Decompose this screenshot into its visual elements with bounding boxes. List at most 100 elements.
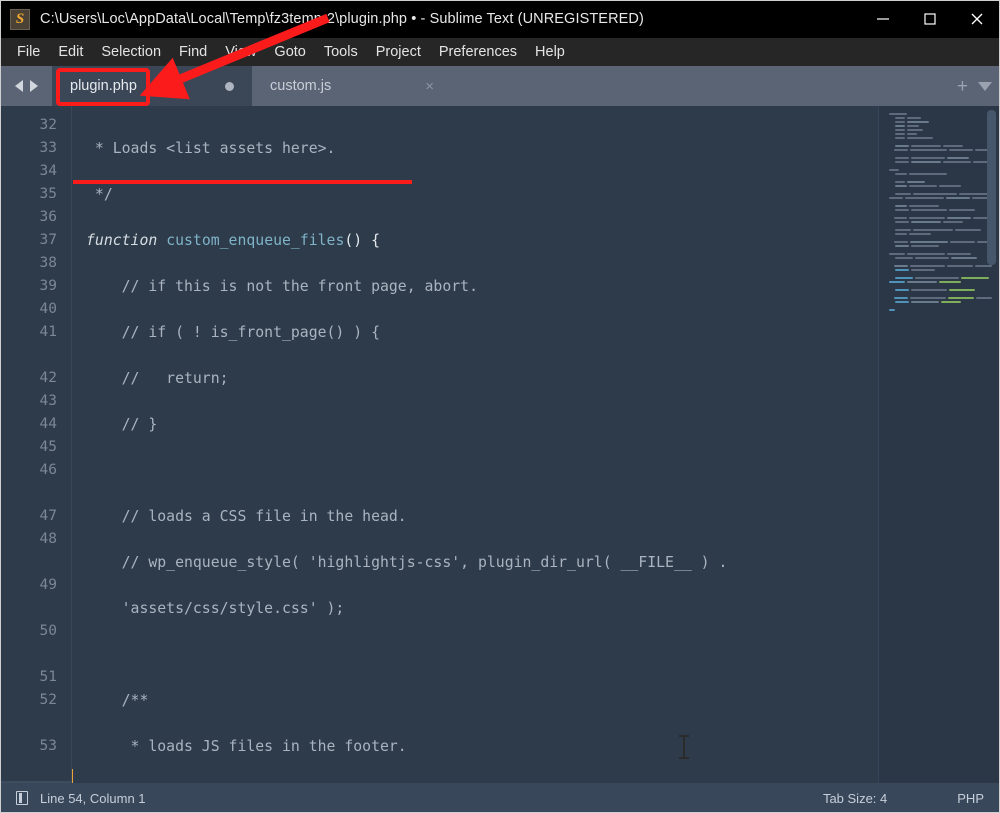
code-content[interactable]: * Loads <list assets here>. */ function …	[72, 106, 1000, 783]
minimap-line	[885, 248, 992, 251]
minimap-line	[885, 168, 992, 171]
minimap-line	[885, 252, 992, 255]
minimap-line	[885, 156, 992, 159]
sidebar-toggle-icon[interactable]	[16, 791, 28, 805]
cursor-position-status: Line 54, Column 1	[40, 790, 146, 806]
minimap-line	[885, 200, 992, 203]
minimap-line	[885, 292, 992, 295]
minimap-line	[885, 268, 992, 271]
minimap-line	[885, 308, 992, 311]
minimap-line	[885, 284, 992, 287]
code-line-32: * Loads <list assets here>.	[86, 140, 336, 157]
tab-size-status[interactable]: Tab Size: 4	[823, 791, 887, 806]
line-number	[0, 551, 71, 574]
tab-nav-arrows[interactable]	[0, 66, 52, 106]
tab-plugin-php[interactable]: plugin.php	[52, 66, 252, 106]
status-bar-right: Tab Size: 4 PHP	[823, 791, 984, 806]
line-number	[0, 482, 71, 505]
line-number: 53	[39, 738, 57, 754]
minimap-line	[885, 216, 992, 219]
minimap-line	[885, 272, 992, 275]
minimap-viewport[interactable]	[987, 110, 996, 265]
minimap-line	[885, 160, 992, 163]
tab-label: custom.js	[270, 78, 332, 94]
minimap-line	[885, 296, 992, 299]
text-caret	[72, 769, 73, 783]
line-number	[0, 758, 71, 781]
minimize-icon[interactable]	[859, 0, 906, 38]
status-bar: Line 54, Column 1 Tab Size: 4 PHP	[0, 783, 1000, 813]
line-number: 46	[39, 462, 57, 478]
menu-item-tools[interactable]: Tools	[315, 41, 367, 64]
minimap-line	[885, 264, 992, 267]
menu-item-help[interactable]: Help	[526, 41, 574, 64]
line-number: 37	[39, 232, 57, 248]
menu-item-file[interactable]: File	[8, 41, 49, 64]
minimap-line	[885, 152, 992, 155]
line-number: 50	[39, 623, 57, 639]
minimap-line	[885, 244, 992, 247]
code-line-41-wrap: 'assets/css/style.css' );	[86, 600, 345, 617]
line-number: 44	[39, 416, 57, 432]
menu-item-goto[interactable]: Goto	[265, 41, 314, 64]
minimap-line	[885, 232, 992, 235]
minimap-line	[885, 148, 992, 151]
line-number: 47	[39, 508, 57, 524]
code-line-43: /**	[86, 692, 149, 709]
minimap-line	[885, 120, 992, 123]
line-number: 38	[39, 255, 57, 271]
chevron-down-icon[interactable]	[978, 81, 992, 91]
code-line-35: // if this is not the front page, abort.	[86, 278, 478, 295]
line-number: 41	[39, 324, 57, 340]
tab-prev-icon[interactable]	[14, 80, 23, 92]
minimap-line	[885, 196, 992, 199]
minimap-line	[885, 176, 992, 179]
title-bar: S C:\Users\Loc\AppData\Local\Temp\fz3tem…	[0, 0, 1000, 38]
minimap-line	[885, 144, 992, 147]
menu-item-selection[interactable]: Selection	[92, 41, 170, 64]
minimap-line	[885, 172, 992, 175]
new-tab-icon[interactable]: +	[957, 77, 968, 96]
code-minimap[interactable]	[878, 106, 1000, 783]
line-number: 51	[39, 669, 57, 685]
menu-item-edit[interactable]: Edit	[49, 41, 92, 64]
editor-area[interactable]: 32 33 34 35 36 37 38 39 40 41 42 43 44 45 46 47 48 49 50 51…	[0, 106, 1000, 783]
close-icon[interactable]	[953, 0, 1000, 38]
annotation-underline	[73, 180, 412, 184]
line-number-gutter: 32 33 34 35 36 37 38 39 40 41 42 43 44 45 46 47 48 49 50 51…	[0, 106, 72, 783]
menu-item-project[interactable]: Project	[367, 41, 430, 64]
minimap-line	[885, 256, 992, 259]
code-line-37: // return;	[86, 370, 229, 387]
line-number: 42	[39, 370, 57, 386]
menu-bar: File Edit Selection Find View Goto Tools…	[0, 38, 1000, 66]
minimap-line	[885, 288, 992, 291]
minimap-line	[885, 224, 992, 227]
minimap-line	[885, 280, 992, 283]
tab-label: plugin.php	[70, 78, 137, 94]
minimap-line	[885, 212, 992, 215]
code-line-34: function custom_enqueue_files() {	[86, 232, 381, 249]
line-number: 32	[39, 117, 57, 133]
line-number	[0, 344, 71, 367]
maximize-icon[interactable]	[906, 0, 953, 38]
menu-item-find[interactable]: Find	[170, 41, 216, 64]
line-number: 39	[39, 278, 57, 294]
minimap-line	[885, 220, 992, 223]
minimap-line	[885, 180, 992, 183]
line-number: 48	[39, 531, 57, 547]
tab-custom-js[interactable]: custom.js ×	[252, 66, 452, 106]
menu-item-preferences[interactable]: Preferences	[430, 41, 526, 64]
sublime-text-window: S C:\Users\Loc\AppData\Local\Temp\fz3tem…	[0, 0, 1000, 813]
sublime-logo-glyph: S	[15, 10, 25, 27]
line-number: 49	[39, 577, 57, 593]
tab-dirty-dot-icon	[225, 81, 234, 91]
minimap-line	[885, 184, 992, 187]
tab-next-icon[interactable]	[29, 80, 38, 92]
menu-item-view[interactable]: View	[216, 41, 265, 64]
minimap-line	[885, 116, 992, 119]
syntax-status[interactable]: PHP	[957, 791, 984, 806]
tab-close-icon[interactable]: ×	[425, 79, 434, 94]
minimap-line	[885, 192, 992, 195]
minimap-line	[885, 228, 992, 231]
